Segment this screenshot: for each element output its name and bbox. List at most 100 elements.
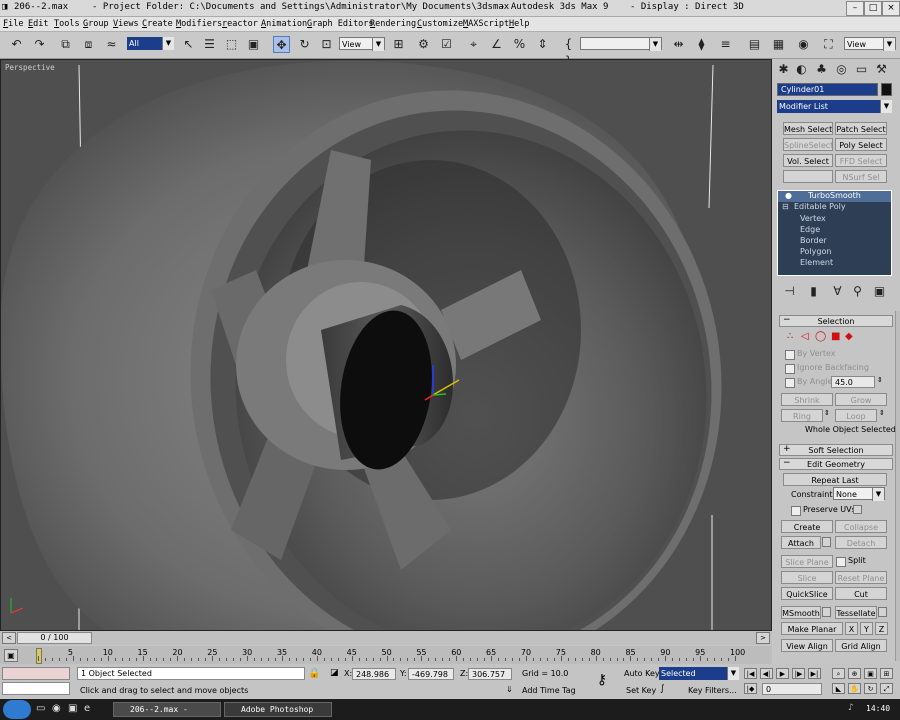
menu-reactor[interactable]: reactor (222, 19, 258, 29)
time-slider-thumb[interactable]: 0 / 100 (17, 632, 92, 644)
menu-graph-editors[interactable]: Graph Editors (307, 19, 374, 29)
key-mode-toggle-icon[interactable]: |◆ (744, 683, 757, 694)
absolute-mode-transform-icon[interactable]: ◪ (330, 668, 339, 678)
y-coordinate-field[interactable]: -469.798 (408, 668, 454, 680)
named-selection-sets-dropdown[interactable]: ▼ (580, 37, 662, 51)
tray-volume-icon[interactable]: ♪ (848, 703, 854, 713)
utilities-tab-icon[interactable]: ⚒ (873, 61, 890, 78)
pin-stack-icon[interactable]: ⊣ (781, 283, 798, 300)
slice-button[interactable]: Slice (781, 571, 833, 584)
stack-item-editable-poly[interactable]: Editable Poly (794, 202, 846, 211)
modify-tab-icon[interactable]: ◐ (793, 61, 810, 78)
play-icon[interactable]: ▶ (776, 668, 789, 679)
collapse-button[interactable]: Collapse (835, 520, 887, 533)
current-frame-field[interactable]: 0 (762, 683, 822, 695)
create-tab-icon[interactable]: ✱ (775, 61, 792, 78)
mirror-icon[interactable]: ⇹ (670, 36, 687, 53)
quick-launch-folder-icon[interactable]: ▭ (36, 703, 45, 714)
mini-curve-editor-icon[interactable]: ▣ (4, 649, 18, 662)
redo-icon[interactable]: ↷ (31, 36, 48, 53)
grow-button[interactable]: Grow (835, 393, 887, 406)
repeat-last-button[interactable]: Repeat Last (783, 473, 887, 486)
stack-sub-polygon[interactable]: Polygon (800, 247, 831, 256)
configure-modifier-sets-icon[interactable]: ▣ (871, 283, 888, 300)
align-icon[interactable]: ⧫ (693, 36, 710, 53)
key-filters-button[interactable]: Key Filters... (688, 686, 737, 695)
cut-button[interactable]: Cut (835, 587, 887, 600)
stack-sub-border[interactable]: Border (800, 236, 827, 245)
vertex-mode-icon[interactable]: ∴ (787, 331, 793, 342)
soft-selection-rollout-header[interactable]: + Soft Selection (779, 444, 893, 456)
pan-icon[interactable]: ✋ (848, 683, 861, 694)
zoom-all-icon[interactable]: ⊕ (848, 668, 861, 679)
time-tag-icon[interactable]: ⇓ (506, 685, 513, 694)
patch-select-button[interactable]: Patch Select (835, 122, 887, 135)
msmooth-button[interactable]: MSmooth (781, 606, 821, 619)
close-button[interactable]: × (882, 1, 900, 16)
zoom-icon[interactable]: ⌕ (832, 668, 845, 679)
menu-rendering[interactable]: Rendering (370, 19, 416, 29)
make-unique-icon[interactable]: ∀ (829, 283, 846, 300)
msmooth-settings-button[interactable] (822, 607, 831, 617)
create-button[interactable]: Create (781, 520, 833, 533)
ffd-select-button[interactable]: FFD Select (835, 154, 887, 167)
spinner-snap-icon[interactable]: ⇕ (534, 36, 551, 53)
ignore-backfacing-checkbox[interactable] (785, 364, 795, 374)
lock-selection-icon[interactable]: 🔒 (308, 668, 320, 679)
collapse-toggle-icon[interactable]: ⊟ (782, 202, 789, 211)
stack-sub-edge[interactable]: Edge (800, 225, 820, 234)
snaps-toggle-icon[interactable]: ⌖ (465, 36, 482, 53)
set-key-button[interactable]: Set Key (626, 686, 656, 695)
stack-sub-vertex[interactable]: Vertex (800, 214, 826, 223)
quick-launch-media-icon[interactable]: ◉ (52, 703, 61, 714)
element-mode-icon[interactable]: ◆ (845, 331, 853, 342)
task-photoshop[interactable]: Adobe Photoshop (224, 702, 332, 717)
menu-tools[interactable]: Tools (54, 19, 80, 29)
edge-mode-icon[interactable]: ◁ (801, 331, 809, 342)
ring-spinner-icon[interactable]: ⇕ (824, 409, 830, 417)
make-planar-z-button[interactable]: Z (875, 622, 888, 635)
hierarchy-tab-icon[interactable]: ♣ (813, 61, 830, 78)
loop-button[interactable]: Loop (835, 409, 877, 422)
nsurf-sel-button[interactable]: NSurf Sel (835, 170, 887, 183)
maxscript-listener-mini[interactable] (2, 667, 70, 680)
detach-button[interactable]: Detach (835, 536, 887, 549)
edit-geometry-rollout-header[interactable]: − Edit Geometry (779, 458, 893, 470)
angle-snap-icon[interactable]: ∠ (488, 36, 505, 53)
maximize-button[interactable]: □ (864, 1, 882, 16)
add-time-tag-button[interactable]: Add Time Tag (522, 686, 576, 695)
start-button[interactable] (3, 700, 31, 719)
slider-right-arrow-icon[interactable]: > (756, 632, 770, 644)
key-mode-dropdown[interactable]: Selected ▼ (659, 667, 739, 680)
view-align-button[interactable]: View Align (781, 639, 833, 652)
time-slider[interactable]: < 0 / 100 > (0, 631, 772, 645)
field-of-view-icon[interactable]: ◣ (832, 683, 845, 694)
menu-maxscript[interactable]: MAXScript (463, 19, 509, 29)
rectangular-selection-icon[interactable]: ⬚ (223, 36, 240, 53)
minimize-button[interactable]: – (846, 1, 864, 16)
object-color-swatch[interactable] (881, 83, 892, 96)
menu-create[interactable]: Create (142, 19, 173, 29)
render-scene-icon[interactable]: ⛶ (820, 36, 837, 53)
select-and-rotate-icon[interactable]: ↻ (296, 36, 313, 53)
tessellate-settings-button[interactable] (878, 607, 887, 617)
x-coordinate-field[interactable]: 248.986 (352, 668, 396, 680)
selection-filter-dropdown[interactable]: All ▼ (127, 37, 174, 50)
slice-plane-button[interactable]: Slice Plane (781, 555, 833, 568)
reference-coordinate-dropdown[interactable]: View ▼ (339, 37, 385, 51)
bind-space-warp-icon[interactable]: ≈ (103, 36, 120, 53)
command-panel-scrollbar[interactable] (895, 311, 900, 661)
viewport-label[interactable]: Perspective (5, 63, 55, 72)
spline-select-button[interactable]: SplineSelect (783, 138, 833, 151)
quick-launch-ie-icon[interactable]: e (84, 703, 90, 714)
arc-rotate-icon[interactable]: ↻ (864, 683, 877, 694)
remove-modifier-icon[interactable]: ⚲ (849, 283, 866, 300)
display-tab-icon[interactable]: ▭ (853, 61, 870, 78)
loop-spinner-icon[interactable]: ⇕ (879, 409, 885, 417)
make-planar-button[interactable]: Make Planar (781, 622, 843, 635)
go-to-end-icon[interactable]: ▶| (808, 668, 821, 679)
maxscript-input-mini[interactable] (2, 682, 70, 695)
keyboard-shortcut-override-icon[interactable]: ☑ (438, 36, 455, 53)
shrink-button[interactable]: Shrink (781, 393, 833, 406)
layer-manager-icon[interactable]: ≡ (717, 36, 734, 53)
